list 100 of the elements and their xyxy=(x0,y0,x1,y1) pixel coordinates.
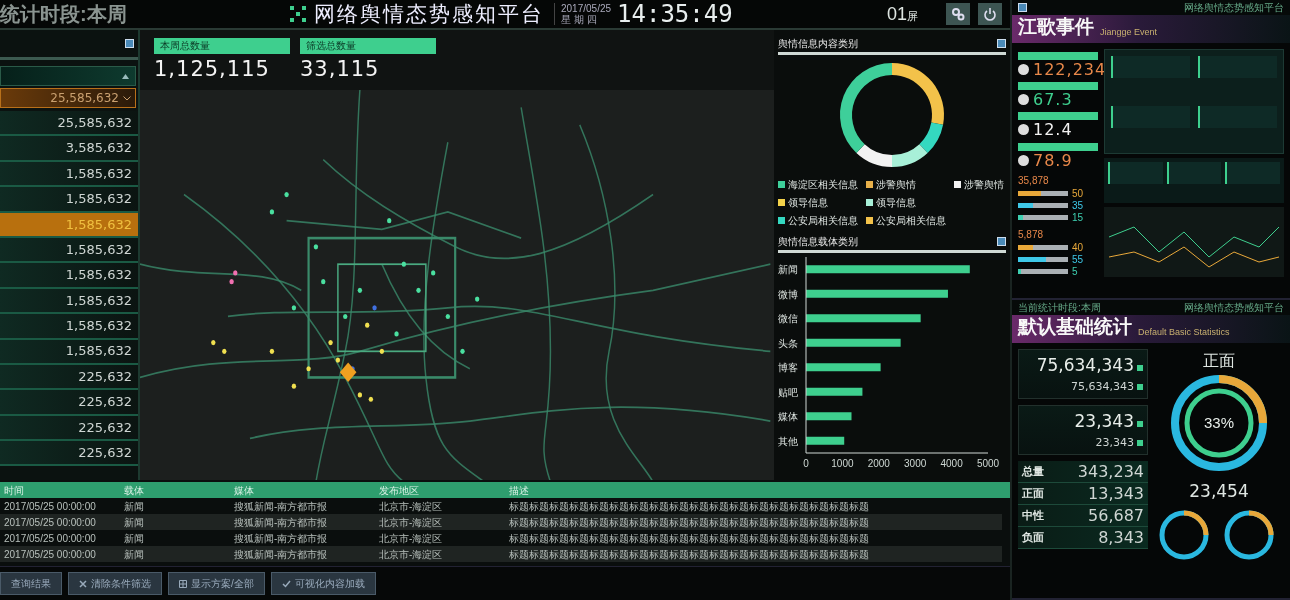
expand-icon[interactable] xyxy=(1018,3,1027,12)
gear-icon xyxy=(951,7,965,21)
power-icon xyxy=(983,7,997,21)
bar xyxy=(806,412,852,421)
table-cell-text: 北京市-海淀区 xyxy=(378,531,444,546)
tick-label: 3000 xyxy=(904,458,927,469)
stat-label: 筛选总数量 xyxy=(300,38,436,54)
panel-title: 舆情信息载体类别 xyxy=(778,235,858,249)
toolbar-button[interactable]: 显示方案/全部 xyxy=(168,572,265,595)
stat-value: 1,125,115 xyxy=(154,56,271,83)
expand-icon[interactable] xyxy=(125,39,134,48)
table-cell-text: 标题标题标题标题标题标题标题标题标题标题标题标题标题标题标题标题标题标题 xyxy=(508,515,870,530)
status-square-icon xyxy=(1137,439,1143,446)
expand-icon[interactable] xyxy=(997,39,1006,48)
table-cell-text: 新闻 xyxy=(123,515,145,530)
tick-label: 0 xyxy=(803,458,809,469)
column-header: 发布地区 xyxy=(378,483,420,498)
progress-reading: 35 xyxy=(1072,199,1085,213)
table-cell-text: 北京市-海淀区 xyxy=(378,515,444,530)
list-item[interactable]: 1,585,632 xyxy=(0,161,138,188)
table-cell-text: 新闻 xyxy=(123,547,145,562)
metric-value: 67.3 xyxy=(1033,90,1073,110)
category-label: 微博 xyxy=(778,288,798,300)
metric-value: 122,234 xyxy=(1033,60,1107,80)
period-label: 统计时段:本周 xyxy=(0,2,128,27)
table-cell-text: 搜狐新闻-南方都市报 xyxy=(233,499,329,514)
category-label: 其他 xyxy=(778,435,798,447)
ring-total: 23,454 xyxy=(1189,480,1249,503)
list-item[interactable]: 1,585,632 xyxy=(0,314,138,340)
category-label: 博客 xyxy=(778,362,798,374)
period-label: 当前统计时段:本周 xyxy=(1018,301,1101,315)
caret-icon xyxy=(122,73,129,79)
table-cell-text: 2017/05/25 00:00:00 xyxy=(3,547,97,562)
tick-label: 1000 xyxy=(831,458,854,469)
breakdown-value: 56,687 xyxy=(1088,504,1144,527)
category-label: 头条 xyxy=(778,337,798,349)
screen-number: 01屏 xyxy=(886,2,918,26)
list-item[interactable]: 1,585,632 xyxy=(0,263,138,289)
progress-reading: 40 xyxy=(1072,241,1085,255)
column-header: 时间 xyxy=(3,483,25,498)
ring-percent: 33% xyxy=(1204,412,1234,433)
list-item[interactable]: 1,585,632 xyxy=(0,288,138,315)
banner-subtitle: Default Basic Statistics xyxy=(1138,325,1230,339)
metric-icon xyxy=(1018,154,1029,166)
progress-reading: 5 xyxy=(1072,265,1079,280)
category-label: 媒体 xyxy=(778,411,798,423)
settings-button[interactable] xyxy=(946,3,970,25)
metric-icon xyxy=(1018,94,1029,106)
table-cell-text: 新闻 xyxy=(123,499,145,514)
panel-title: 舆情信息内容类别 xyxy=(778,37,858,51)
list-item[interactable]: 225,632 xyxy=(0,390,138,416)
metric-value: 12.4 xyxy=(1033,120,1073,140)
breakdown-value: 343,234 xyxy=(1077,460,1144,483)
breakdown-value: 8,343 xyxy=(1098,526,1144,549)
list-item[interactable]: 1,585,632 xyxy=(0,237,138,264)
screen-header: 网络舆情态势感知平台 xyxy=(1184,301,1284,315)
legend-label: 海淀区相关信息 xyxy=(788,178,858,192)
power-button[interactable] xyxy=(978,3,1002,25)
legend-label: 领导信息 xyxy=(788,196,828,210)
breakdown-label: 中性 xyxy=(1022,508,1044,524)
screen-header: 网络舆情态势感知平台 xyxy=(1184,1,1284,15)
list-item[interactable]: 225,632 xyxy=(0,364,138,391)
table-cell-text: 搜狐新闻-南方都市报 xyxy=(233,531,329,546)
metric-icon xyxy=(1018,64,1029,76)
table-cell-text: 标题标题标题标题标题标题标题标题标题标题标题标题标题标题标题标题标题标题 xyxy=(508,531,870,546)
list-item[interactable]: 25,585,632 xyxy=(0,111,138,137)
banner-title: 江歌事件 xyxy=(1018,14,1094,39)
legend-label: 领导信息 xyxy=(876,196,916,210)
table-cell-text: 标题标题标题标题标题标题标题标题标题标题标题标题标题标题标题标题标题标题 xyxy=(508,499,870,514)
list-item[interactable]: 225,632 xyxy=(0,415,138,442)
breakdown-label: 负面 xyxy=(1022,530,1044,546)
cross-icon xyxy=(79,579,87,588)
stat-value: 75,634,343 xyxy=(1036,355,1134,375)
chevron-icon xyxy=(123,95,131,101)
platform-title: 网络舆情态势感知平台 xyxy=(314,1,544,28)
column-header: 载体 xyxy=(123,483,145,498)
list-item[interactable]: 1,585,632 xyxy=(0,187,138,213)
date-text: 2017/05/25 xyxy=(561,3,612,14)
category-label: 新闻 xyxy=(778,264,798,276)
filter-select[interactable]: 25,585,632 xyxy=(0,88,136,108)
list-item[interactable]: 3,585,632 xyxy=(0,136,138,162)
category-label: 微信 xyxy=(778,313,798,325)
list-item[interactable]: 225,632 xyxy=(0,441,138,467)
tick-label: 2000 xyxy=(867,458,890,469)
progress-reading: 50 xyxy=(1072,187,1085,201)
legend-label: 涉警舆情 xyxy=(964,178,1004,192)
toolbar-button[interactable]: 清除条件筛选 xyxy=(68,572,162,595)
dropdown-toggle[interactable] xyxy=(0,66,136,86)
metric-value: 78.9 xyxy=(1033,150,1073,170)
expand-icon[interactable] xyxy=(997,237,1006,246)
list-item[interactable]: 1,585,632 xyxy=(0,339,138,365)
status-square-icon xyxy=(1137,421,1143,427)
ring-label: 正面 xyxy=(1203,351,1235,371)
toolbar-button[interactable]: 可视化内容加载 xyxy=(270,572,376,595)
category-label: 贴吧 xyxy=(778,386,798,398)
logo-icon xyxy=(290,6,306,22)
legend-label: 公安局相关信息 xyxy=(788,214,858,228)
toolbar-button[interactable]: 查询结果 xyxy=(0,572,62,595)
table-cell-text: 北京市-海淀区 xyxy=(378,547,444,562)
status-square-icon xyxy=(1137,383,1143,390)
